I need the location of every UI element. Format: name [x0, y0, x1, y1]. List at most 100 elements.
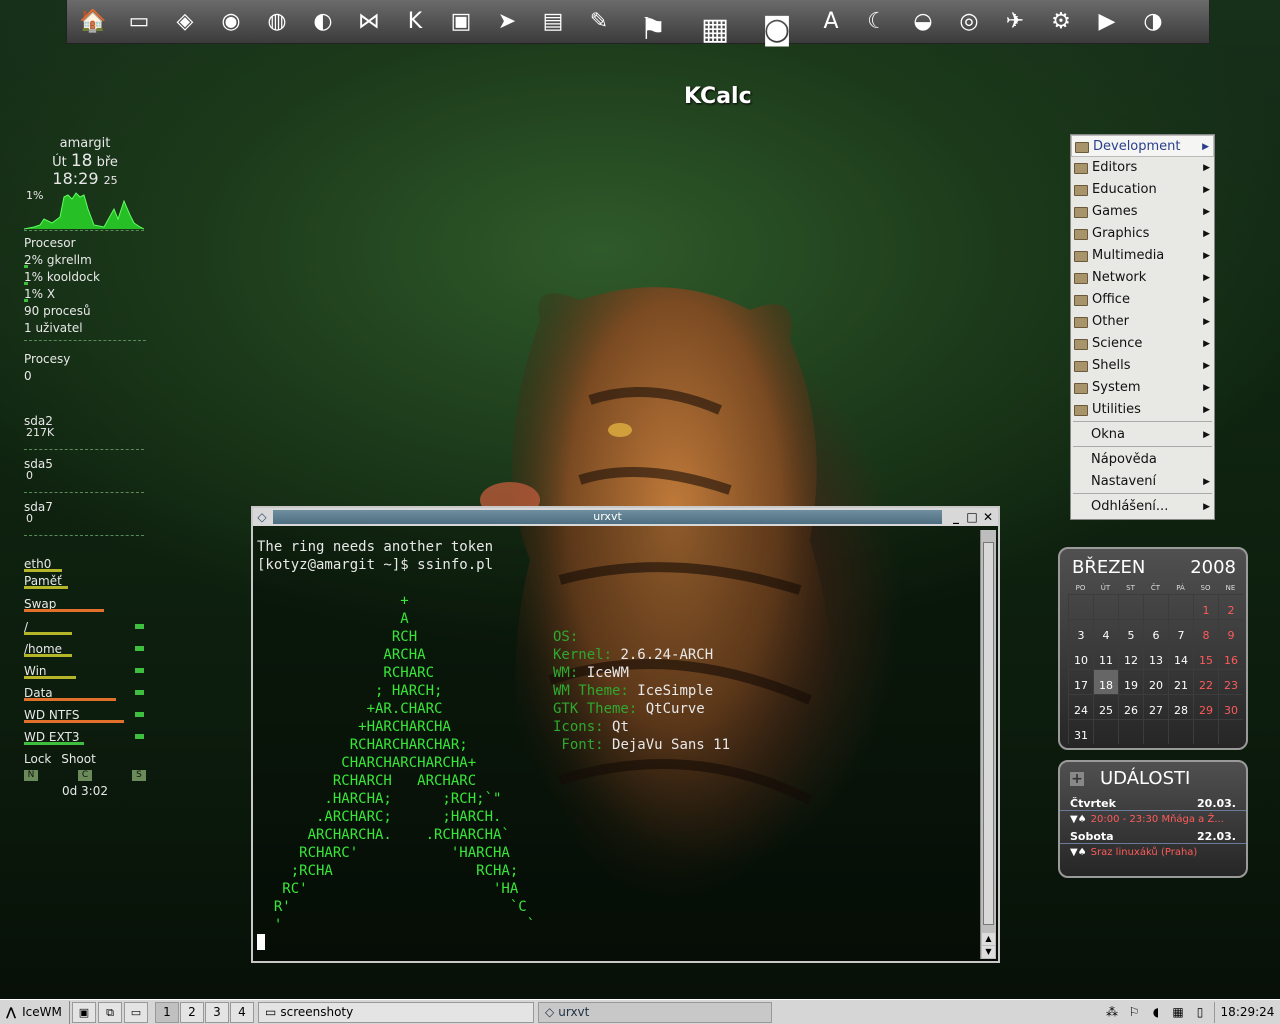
mail-tray-icon[interactable]: ▯ — [1192, 1004, 1208, 1020]
calendar-day[interactable]: 10 — [1068, 644, 1093, 669]
close-button[interactable]: ✕ — [980, 510, 996, 524]
menu-item-odhlaseni[interactable]: Odhlášení... ▶ — [1071, 496, 1214, 518]
workspace-button-2[interactable]: 2 — [180, 1001, 204, 1023]
workspace-button-1[interactable]: 1 — [155, 1001, 179, 1023]
calendar-day[interactable]: 30 — [1218, 694, 1243, 719]
lock-button[interactable]: Lock — [24, 752, 51, 766]
mount-toggle-icon[interactable] — [135, 690, 144, 695]
mount-toggle-icon[interactable] — [135, 712, 144, 717]
keyboard-layout-icon[interactable]: ⚐ — [1126, 1004, 1142, 1020]
cursor-window-icon[interactable]: ➤ — [487, 2, 527, 42]
calendar-day[interactable]: 23 — [1218, 669, 1243, 694]
removable-drive-icon[interactable]: ◈ — [165, 2, 205, 42]
film-reel-icon[interactable]: ⚙ — [1041, 2, 1081, 42]
home-icon[interactable]: 🏠 — [73, 2, 113, 42]
calendar-day[interactable]: 29 — [1193, 694, 1218, 719]
calendar-day[interactable]: 3 — [1068, 619, 1093, 644]
calendar-day[interactable]: 1 — [1193, 594, 1218, 619]
event-item[interactable]: ▼♠ 20:00 - 23:30 Mňága a Ž... — [1060, 811, 1246, 828]
taskbar-clock[interactable]: 18:29:24 — [1214, 1001, 1280, 1023]
calendar-day[interactable]: 20 — [1143, 669, 1168, 694]
menu-item-okna[interactable]: Okna ▶ — [1071, 424, 1214, 446]
maximize-button[interactable]: □ — [964, 510, 980, 524]
flags-icon[interactable]: ⚑ — [625, 2, 681, 58]
menu-item-games[interactable]: Games ▶ — [1071, 201, 1214, 223]
calendar-day[interactable]: 24 — [1068, 694, 1093, 719]
mount-toggle-icon[interactable] — [135, 668, 144, 673]
workspace-button-4[interactable]: 4 — [230, 1001, 254, 1023]
clapper-icon[interactable]: ▶ — [1087, 2, 1127, 42]
calendar-day[interactable]: 25 — [1093, 694, 1118, 719]
calendar-day[interactable]: 17 — [1068, 669, 1093, 694]
c-button[interactable]: C — [78, 770, 92, 781]
firefox-icon[interactable]: ◉ — [211, 2, 251, 42]
workspace-button-3[interactable]: 3 — [205, 1001, 229, 1023]
calendar-day[interactable]: 6 — [1143, 619, 1168, 644]
task-button-urxvt[interactable]: ◇ urxvt — [538, 1001, 772, 1023]
scrollbar-thumb[interactable] — [983, 542, 994, 925]
konqueror-icon[interactable]: K — [395, 2, 435, 42]
menu-item-system[interactable]: System ▶ — [1071, 377, 1214, 399]
menu-item-napoveda[interactable]: Nápověda — [1071, 449, 1214, 471]
media-player-icon[interactable]: ◑ — [1133, 2, 1173, 42]
menu-item-science[interactable]: Science ▶ — [1071, 333, 1214, 355]
globe-icon[interactable]: ◍ — [257, 2, 297, 42]
menu-item-education[interactable]: Education ▶ — [1071, 179, 1214, 201]
calendar-day[interactable]: 15 — [1193, 644, 1218, 669]
window-list-icon[interactable]: ⧉ — [98, 1001, 122, 1023]
photo-camera-icon[interactable]: ◙ — [749, 2, 805, 58]
menu-item-utilities[interactable]: Utilities ▶ — [1071, 399, 1214, 421]
menu-item-editors[interactable]: Editors ▶ — [1071, 157, 1214, 179]
task-button-screenshoty[interactable]: ▭ screenshoty — [258, 1001, 534, 1023]
calendar-day[interactable]: 7 — [1168, 619, 1193, 644]
menu-item-development[interactable]: Development ▶ — [1071, 135, 1214, 157]
mount-toggle-icon[interactable] — [135, 734, 144, 739]
calendar-day[interactable]: 9 — [1218, 619, 1243, 644]
scroll-up-arrow[interactable]: ▲ — [982, 933, 995, 945]
menu-item-multimedia[interactable]: Multimedia ▶ — [1071, 245, 1214, 267]
planet-icon[interactable]: ◒ — [903, 2, 943, 42]
calendar-day[interactable]: 31 — [1068, 719, 1093, 744]
shoot-button[interactable]: Shoot — [61, 752, 96, 766]
menu-item-network[interactable]: Network ▶ — [1071, 267, 1214, 289]
menu-item-nastaveni[interactable]: Nastavení ▶ — [1071, 471, 1214, 493]
calendar-day[interactable]: 18 — [1093, 669, 1118, 694]
scroll-down-arrow[interactable]: ▼ — [982, 946, 995, 958]
calendar-day[interactable]: 11 — [1093, 644, 1118, 669]
calendar-day[interactable]: 19 — [1118, 669, 1143, 694]
calendar-day[interactable]: 4 — [1093, 619, 1118, 644]
drive-icon[interactable]: ▭ — [119, 2, 159, 42]
window-menu-icon[interactable]: ◇ — [255, 510, 269, 524]
night-sky-icon[interactable]: ☾ — [857, 2, 897, 42]
calendar-day[interactable]: 12 — [1118, 644, 1143, 669]
calendar-day[interactable]: 21 — [1168, 669, 1193, 694]
terminal-scrollbar[interactable]: ▲ ▼ — [980, 530, 996, 959]
terminal-output[interactable]: The ring needs another token [kotyz@amarg… — [257, 538, 976, 961]
add-event-icon[interactable]: + — [1070, 771, 1084, 786]
pdf-icon[interactable]: A — [811, 2, 851, 42]
show-desktop-icon[interactable]: ▣ — [72, 1001, 96, 1023]
pen-icon[interactable]: ✎ — [579, 2, 619, 42]
calendar-day[interactable]: 13 — [1143, 644, 1168, 669]
cpu-tray-icon[interactable]: ▦ — [1170, 1004, 1186, 1020]
minimize-button[interactable]: _ — [948, 510, 964, 524]
compass-icon[interactable]: ✈ — [995, 2, 1035, 42]
urxvt-titlebar[interactable]: ◇ urxvt _ □ ✕ — [253, 508, 998, 526]
terminal-launcher-icon[interactable]: ▭ — [124, 1001, 148, 1023]
volume-icon[interactable]: ◖ — [1148, 1004, 1164, 1020]
menu-item-other[interactable]: Other ▶ — [1071, 311, 1214, 333]
calculator-icon[interactable]: ▦ — [687, 2, 743, 58]
calendar-day[interactable]: 8 — [1193, 619, 1218, 644]
mount-toggle-icon[interactable] — [135, 624, 144, 629]
n-button[interactable]: N — [24, 770, 38, 781]
menu-item-graphics[interactable]: Graphics ▶ — [1071, 223, 1214, 245]
disc-icon[interactable]: ◎ — [949, 2, 989, 42]
calendar-day[interactable]: 26 — [1118, 694, 1143, 719]
menu-item-office[interactable]: Office ▶ — [1071, 289, 1214, 311]
network-tray-icon[interactable]: ⁂ — [1104, 1004, 1120, 1020]
presentation-icon[interactable]: ▤ — [533, 2, 573, 42]
menu-item-shells[interactable]: Shells ▶ — [1071, 355, 1214, 377]
start-button[interactable]: ⋀ IceWM — [0, 1000, 70, 1024]
network-globe-icon[interactable]: ◐ — [303, 2, 343, 42]
calendar-day[interactable]: 22 — [1193, 669, 1218, 694]
